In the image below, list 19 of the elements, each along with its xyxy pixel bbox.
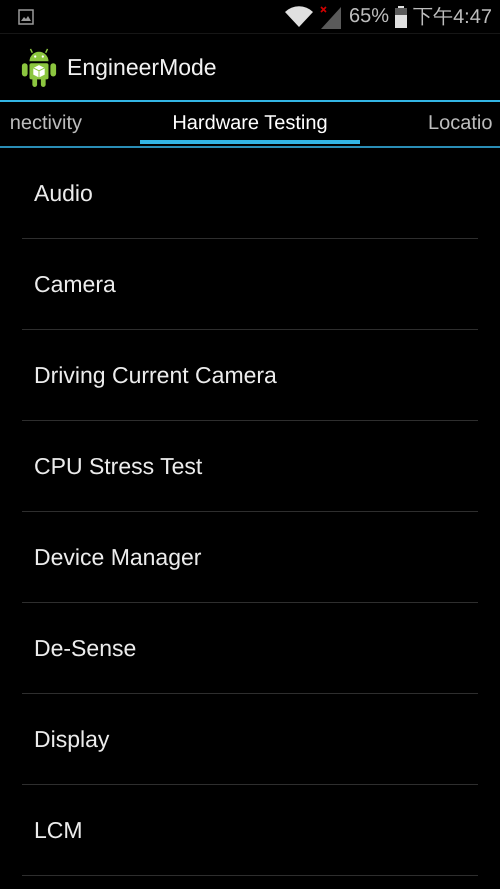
app-title: EngineerMode [67,54,217,80]
list-item[interactable]: Camera [22,239,478,330]
battery-icon [395,6,408,28]
signal-icon [319,4,344,28]
tab[interactable]: Hardware Testing [140,102,360,144]
image-icon [18,8,34,24]
list-item[interactable]: CPU Stress Test [22,421,478,512]
tab[interactable]: nectivity [0,102,140,144]
battery-percent: 65% [349,5,390,28]
clock: 下午4:47 [413,5,492,30]
wifi-icon [285,6,314,28]
list-item[interactable]: Display [22,694,478,785]
list-item[interactable]: De-Sense [22,603,478,694]
tab[interactable]: Locatio [360,102,500,144]
android-robot-icon [20,46,58,88]
list-item[interactable]: Driving Current Camera [22,330,478,421]
list-item[interactable]: Audio [22,148,478,239]
list-item[interactable]: Device Manager [22,512,478,603]
list-item[interactable]: LCM [22,785,478,876]
